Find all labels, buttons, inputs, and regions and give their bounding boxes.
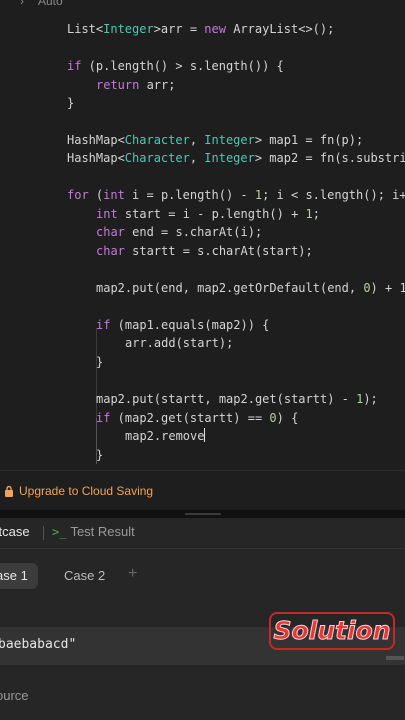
add-case-icon[interactable]: + — [128, 565, 137, 583]
code-line: if (map1.equals(map2)) { — [96, 318, 270, 332]
watermark-mark — [386, 656, 404, 660]
panel-resize-divider[interactable] — [0, 510, 405, 518]
lock-icon — [5, 485, 13, 497]
text-cursor — [204, 428, 206, 442]
code-line: for (int i = p.length() - 1; i < s.lengt… — [67, 188, 405, 202]
case-1-tab[interactable]: ase 1 — [0, 563, 38, 589]
tab-test-result[interactable]: >_ Test Result — [52, 524, 135, 539]
terminal-icon: >_ — [52, 525, 67, 539]
code-line-active[interactable]: map2.remove — [125, 427, 206, 445]
editor-topbar: › Auto — [0, 0, 405, 10]
code-line: map2.put(end, map2.getOrDefault(end, 0) … — [96, 281, 405, 295]
source-label[interactable]: ource — [0, 688, 29, 703]
code-line: HashMap<Character, Integer> map1 = fn(p)… — [67, 133, 364, 147]
code-line: if (p.length() > s.length()) { — [67, 59, 284, 73]
code-line: return arr; — [96, 78, 176, 92]
console-tabs: stcase >_Test Result — [0, 518, 405, 549]
code-line: if (map2.get(startt) == 0) { — [96, 411, 299, 425]
testcase-input-value: baebabacd" — [0, 637, 77, 652]
code-line: map2.put(startt, map2.get(startt) - 1); — [96, 392, 378, 406]
solution-badge-text: Solution — [273, 616, 391, 646]
drag-handle[interactable] — [185, 513, 221, 515]
auto-label[interactable]: Auto — [38, 0, 63, 8]
code-line: HashMap<Character, Integer> map2 = fn(s.… — [67, 151, 405, 165]
solution-badge: Solution — [266, 609, 398, 653]
tab-test-result-label: Test Result — [70, 524, 135, 539]
case-2-tab[interactable]: Case 2 — [54, 563, 115, 589]
code-line: } — [96, 355, 104, 369]
code-line: char end = s.charAt(i); — [96, 225, 263, 239]
code-line: } — [67, 96, 75, 110]
code-line: List<Integer>arr = new ArrayList<>(); — [67, 22, 335, 36]
tab-separator — [43, 526, 44, 540]
chevron-icon[interactable]: › — [20, 0, 24, 8]
code-line: arr.add(start); — [125, 336, 234, 350]
upgrade-cloud-saving-link[interactable]: Upgrade to Cloud Saving — [19, 484, 153, 498]
code-line: } — [96, 448, 104, 462]
code-line: char startt = s.charAt(start); — [96, 244, 313, 258]
upgrade-banner[interactable]: Upgrade to Cloud Saving — [0, 470, 405, 511]
code-editor[interactable]: › Auto List<Integer>arr = new ArrayList<… — [0, 0, 405, 470]
tab-testcase[interactable]: stcase — [0, 524, 30, 539]
code-line: int start = i - p.length() + 1; — [96, 207, 320, 221]
